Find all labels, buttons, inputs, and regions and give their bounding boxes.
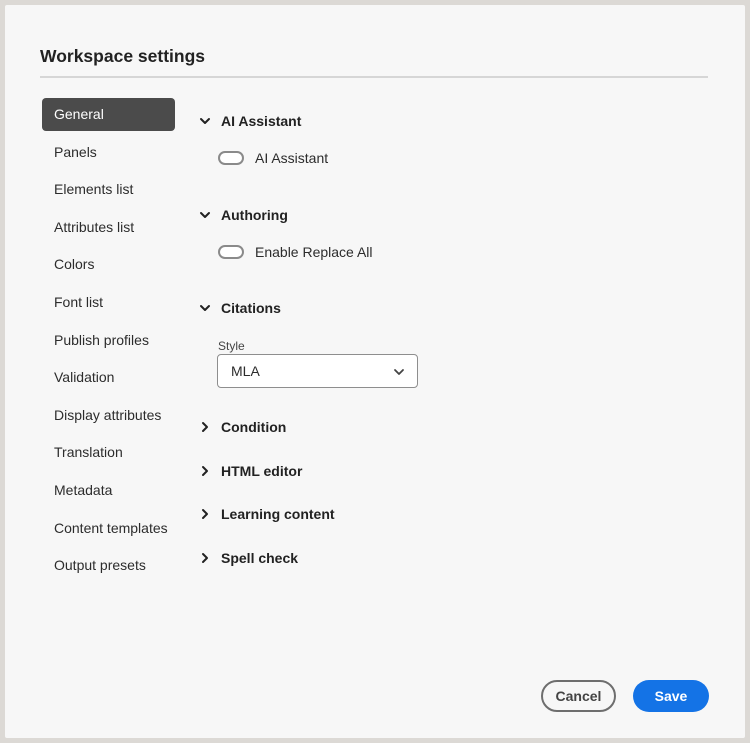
citation-style-select[interactable]: MLA — [217, 354, 418, 388]
section-label: Citations — [221, 300, 281, 316]
workspace-settings-dialog: Workspace settings General Panels Elemen… — [5, 5, 745, 738]
sidebar-item-attributes-list[interactable]: Attributes list — [42, 211, 175, 244]
sidebar-item-translation[interactable]: Translation — [42, 436, 175, 469]
settings-content: AI Assistant AI Assistant Authoring Enab… — [198, 5, 718, 738]
chevron-right-icon — [198, 420, 212, 434]
sidebar-item-colors[interactable]: Colors — [42, 248, 175, 281]
section-label: Spell check — [221, 550, 299, 566]
section-label: Learning content — [221, 506, 335, 522]
chevron-down-icon — [198, 114, 212, 128]
section-label: Authoring — [221, 207, 288, 223]
save-button[interactable]: Save — [633, 680, 709, 712]
chevron-down-icon — [392, 365, 406, 382]
toggle-label: Enable Replace All — [255, 244, 373, 260]
chevron-right-icon — [198, 464, 212, 478]
sidebar-item-panels[interactable]: Panels — [42, 136, 175, 169]
style-field-label: Style — [218, 339, 245, 353]
sidebar-item-publish-profiles[interactable]: Publish profiles — [42, 324, 175, 357]
cancel-button[interactable]: Cancel — [541, 680, 616, 712]
replace-all-toggle-row: Enable Replace All — [218, 243, 373, 261]
section-authoring-header[interactable]: Authoring — [198, 205, 288, 225]
section-label: AI Assistant — [221, 113, 302, 129]
sidebar-item-font-list[interactable]: Font list — [42, 286, 175, 319]
dialog-title: Workspace settings — [40, 46, 206, 66]
chevron-right-icon — [198, 551, 212, 565]
settings-sidebar: General Panels Elements list Attributes … — [42, 98, 175, 587]
sidebar-item-display-attributes[interactable]: Display attributes — [42, 399, 175, 432]
toggle-knob — [221, 248, 229, 256]
section-condition-header[interactable]: Condition — [198, 417, 286, 437]
sidebar-item-elements-list[interactable]: Elements list — [42, 173, 175, 206]
sidebar-item-content-templates[interactable]: Content templates — [42, 512, 175, 545]
section-label: Condition — [221, 419, 287, 435]
section-html-editor-header[interactable]: HTML editor — [198, 461, 302, 481]
sidebar-item-output-presets[interactable]: Output presets — [42, 549, 175, 582]
ai-assistant-toggle-row: AI Assistant — [218, 149, 328, 167]
enable-replace-all-toggle[interactable] — [218, 245, 244, 259]
select-value: MLA — [231, 363, 260, 379]
section-citations-header[interactable]: Citations — [198, 298, 281, 318]
chevron-down-icon — [198, 301, 212, 315]
chevron-down-icon — [198, 208, 212, 222]
ai-assistant-toggle[interactable] — [218, 151, 244, 165]
toggle-knob — [221, 154, 229, 162]
section-spell-check-header[interactable]: Spell check — [198, 548, 298, 568]
sidebar-item-validation[interactable]: Validation — [42, 361, 175, 394]
chevron-right-icon — [198, 507, 212, 521]
toggle-label: AI Assistant — [255, 150, 329, 166]
section-ai-assistant-header[interactable]: AI Assistant — [198, 111, 301, 131]
sidebar-item-metadata[interactable]: Metadata — [42, 474, 175, 507]
section-label: HTML editor — [221, 463, 303, 479]
sidebar-item-general[interactable]: General — [42, 98, 175, 131]
section-learning-content-header[interactable]: Learning content — [198, 504, 335, 524]
